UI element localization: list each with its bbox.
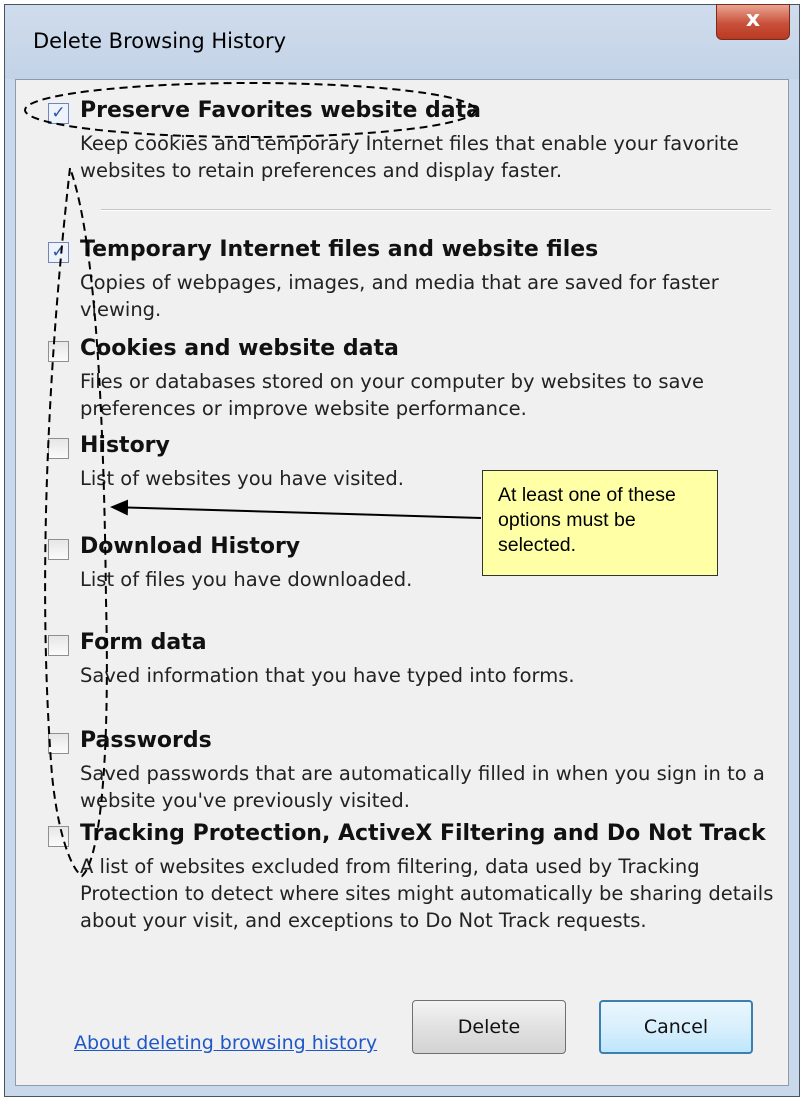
- separator: [101, 209, 771, 211]
- about-deleting-history-link[interactable]: About deleting browsing history: [74, 1032, 377, 1054]
- checkbox-history[interactable]: [48, 438, 69, 459]
- option-title: History: [80, 433, 170, 458]
- close-button[interactable]: x: [716, 4, 790, 40]
- title-bar: Delete Browsing History x: [5, 4, 799, 79]
- option-title: Download History: [80, 534, 301, 559]
- option-title: Tracking Protection, ActiveX Filtering a…: [80, 821, 766, 846]
- option-title: Cookies and website data: [80, 336, 399, 361]
- option-description: Copies of webpages, images, and media th…: [80, 271, 719, 321]
- option-description: Keep cookies and temporary Internet file…: [80, 132, 739, 182]
- cancel-button[interactable]: Cancel: [599, 1000, 753, 1054]
- option-description: A list of websites excluded from filteri…: [80, 855, 774, 932]
- checkbox-tracking-protection[interactable]: [48, 826, 69, 847]
- option-description: Saved information that you have typed in…: [80, 664, 575, 687]
- option-title: Preserve Favorites website data: [80, 98, 481, 123]
- option-title: Temporary Internet files and website fil…: [80, 237, 599, 262]
- option-title: Form data: [80, 630, 207, 655]
- option-description: Files or databases stored on your comput…: [80, 370, 705, 420]
- cancel-button-label: Cancel: [643, 1016, 709, 1038]
- dialog-title: Delete Browsing History: [33, 29, 287, 53]
- annotation-callout: At least one of these options must be se…: [482, 470, 718, 576]
- checkbox-passwords[interactable]: [48, 733, 69, 754]
- checkbox-download-history[interactable]: [48, 539, 69, 560]
- checkbox-preserve-favorites[interactable]: ✓: [48, 103, 69, 124]
- checkbox-cookies[interactable]: [48, 341, 69, 362]
- option-description: Saved passwords that are automatically f…: [80, 762, 765, 812]
- delete-button[interactable]: Delete: [412, 1000, 566, 1054]
- checkbox-form-data[interactable]: [48, 635, 69, 656]
- delete-button-label: Delete: [457, 1016, 521, 1038]
- checkbox-temporary-internet-files[interactable]: ✓: [48, 242, 69, 263]
- option-title: Passwords: [80, 728, 212, 753]
